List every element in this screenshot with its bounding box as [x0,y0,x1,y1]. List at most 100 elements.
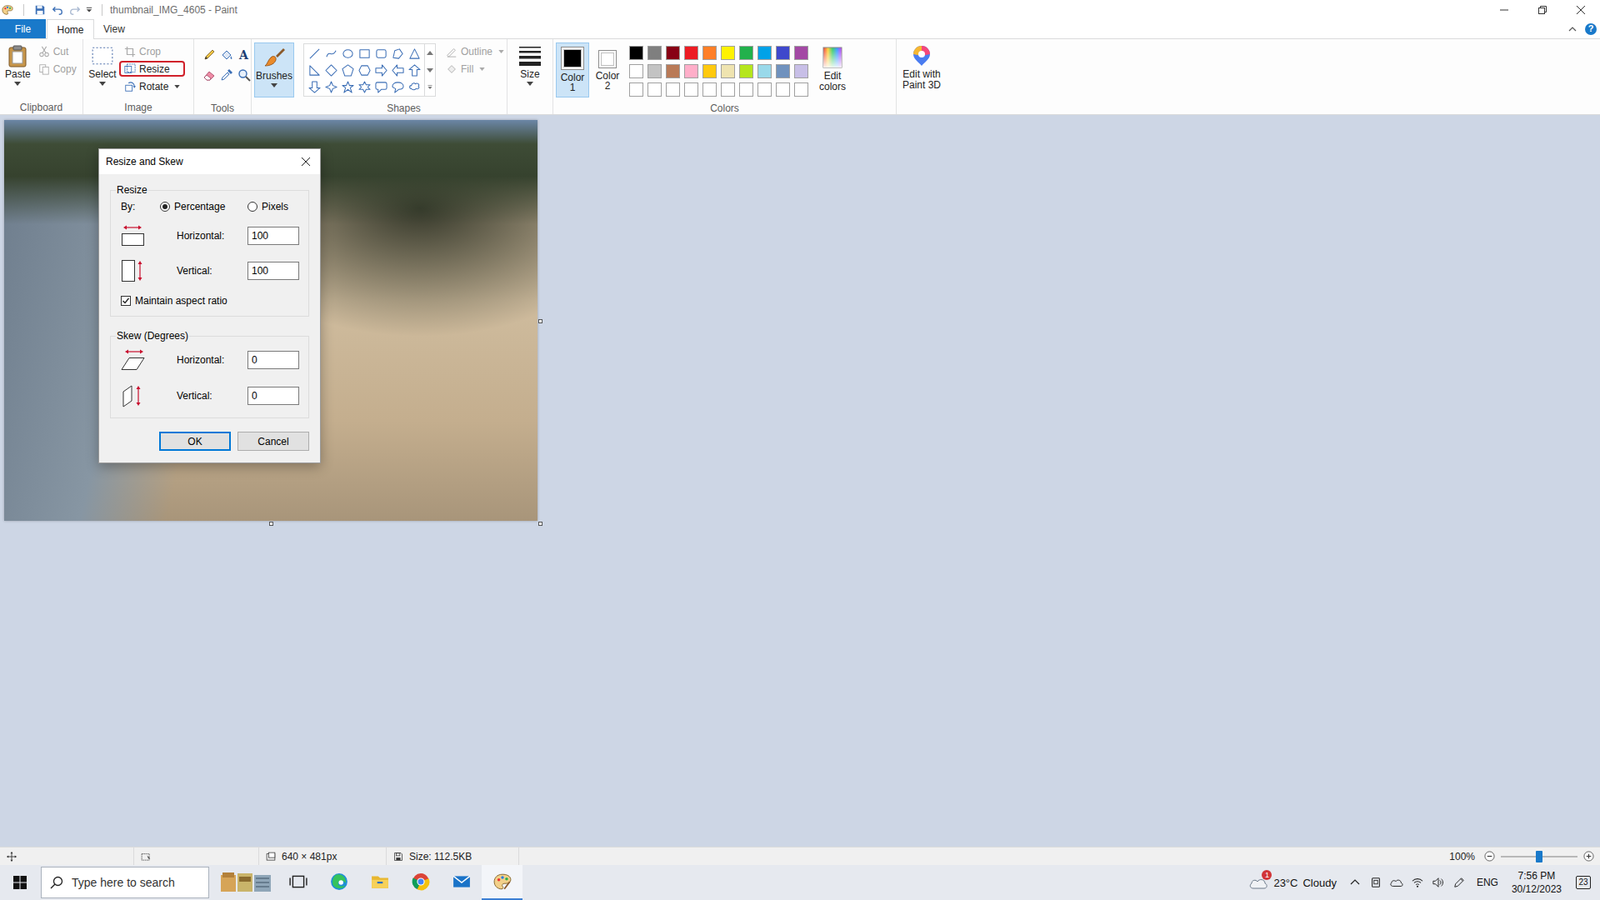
taskbar-app[interactable] [318,865,360,900]
text-tool[interactable]: A [235,45,253,64]
palette-color[interactable] [684,64,699,79]
palette-color[interactable] [757,64,772,79]
palette-color[interactable] [739,45,754,60]
magnifier-tool[interactable] [235,65,253,84]
redo-button[interactable] [65,1,84,19]
resize-mode-radio[interactable]: Percentage [160,200,248,213]
skew-input[interactable] [247,350,300,370]
shape-button[interactable] [305,78,323,95]
zoom-in-button[interactable] [1582,850,1595,863]
shape-button[interactable] [322,61,340,79]
shape-button[interactable] [322,78,340,95]
taskbar-app[interactable] [277,865,319,900]
color-slot[interactable]: Color 2 [590,42,625,98]
paste-button[interactable]: Paste [2,40,34,89]
show-hidden-icons-button[interactable] [1345,865,1366,900]
shape-option[interactable]: Outline [440,43,510,60]
shape-button[interactable] [305,61,323,79]
zoom-slider-thumb[interactable] [1535,850,1543,863]
shape-button[interactable] [389,61,406,79]
eraser-tool[interactable] [200,65,218,84]
palette-color[interactable] [647,45,662,60]
shape-button[interactable] [339,78,356,95]
save-button[interactable] [30,1,49,19]
shape-button[interactable] [405,45,423,62]
shape-button[interactable] [339,45,356,62]
shape-button[interactable] [355,61,373,79]
resize-handle[interactable] [269,521,274,526]
palette-color[interactable] [684,82,699,97]
gallery-up-button[interactable] [425,44,435,62]
palette-color[interactable] [775,64,790,79]
gallery-more-button[interactable] [425,78,435,96]
dialog-button[interactable]: Cancel [237,431,310,451]
taskbar-search[interactable]: Type here to search [40,866,210,899]
shape-button[interactable] [305,45,323,62]
clipboard-action[interactable]: Cut [33,43,82,60]
shape-button[interactable] [355,45,373,62]
resize-mode-radio[interactable]: Pixels [247,200,289,213]
resize-handle[interactable] [538,319,543,324]
image-action[interactable]: Crop [119,43,185,60]
shape-button[interactable] [322,45,340,62]
palette-color[interactable] [794,64,809,79]
shape-button[interactable] [372,61,390,79]
collapse-ribbon-button[interactable] [1566,23,1579,35]
palette-color[interactable] [775,82,790,97]
undo-button[interactable] [48,1,66,19]
pencil-tool[interactable] [200,45,218,64]
palette-color[interactable] [794,45,809,60]
palette-color[interactable] [684,45,699,60]
shape-button[interactable] [355,78,373,95]
clipboard-action[interactable]: Copy [33,60,82,77]
color-picker-tool[interactable] [217,65,235,84]
palette-color[interactable] [720,45,735,60]
taskbar-app[interactable] [440,865,482,900]
palette-color[interactable] [665,45,680,60]
shape-button[interactable] [405,61,423,79]
ribbon-tab[interactable]: Home [46,19,95,40]
zoom-slider[interactable] [1500,849,1578,865]
taskbar-app[interactable] [359,865,400,900]
shape-button[interactable] [389,78,406,95]
palette-color[interactable] [665,64,680,79]
input-language[interactable]: ENG [1470,876,1507,889]
brushes-button[interactable]: Brushes [254,42,295,98]
palette-color[interactable] [629,82,644,97]
palette-color[interactable] [757,45,772,60]
dialog-button[interactable]: OK [159,431,231,451]
help-button[interactable]: ? [1585,23,1597,35]
palette-color[interactable] [702,64,717,79]
palette-color[interactable] [720,82,735,97]
resize-input[interactable] [247,226,300,245]
customize-toolbar-button[interactable] [83,1,95,19]
palette-color[interactable] [757,82,772,97]
gallery-down-button[interactable] [425,61,435,80]
color-slot[interactable]: Color 1 [555,42,590,98]
weather-widget[interactable]: 1 23°C Cloudy [1240,865,1345,900]
ribbon-tab[interactable]: View [94,19,135,39]
ribbon-tab[interactable]: File [0,19,46,39]
resize-handle[interactable] [538,521,543,526]
taskbar-app[interactable] [214,865,278,900]
palette-color[interactable] [720,64,735,79]
palette-color[interactable] [794,82,809,97]
size-button[interactable]: Size [511,40,549,89]
start-button[interactable] [0,865,40,900]
skew-input[interactable] [247,386,300,405]
dialog-close-button[interactable] [291,149,320,175]
clock[interactable]: 7:56 PM 30/12/2023 [1506,869,1567,896]
palette-color[interactable] [629,45,644,60]
palette-color[interactable] [702,82,717,97]
image-action[interactable]: Rotate [119,78,185,95]
shape-button[interactable] [372,45,390,62]
palette-color[interactable] [702,45,717,60]
network-tray-icon[interactable] [1407,865,1429,900]
fill-tool[interactable] [217,45,235,64]
shape-button[interactable] [339,61,356,79]
shape-button[interactable] [372,78,390,95]
select-button[interactable]: Select [85,40,120,89]
shape-option[interactable]: Fill [440,60,510,77]
palette-color[interactable] [775,45,790,60]
notification-center-button[interactable]: 23 [1566,865,1600,900]
